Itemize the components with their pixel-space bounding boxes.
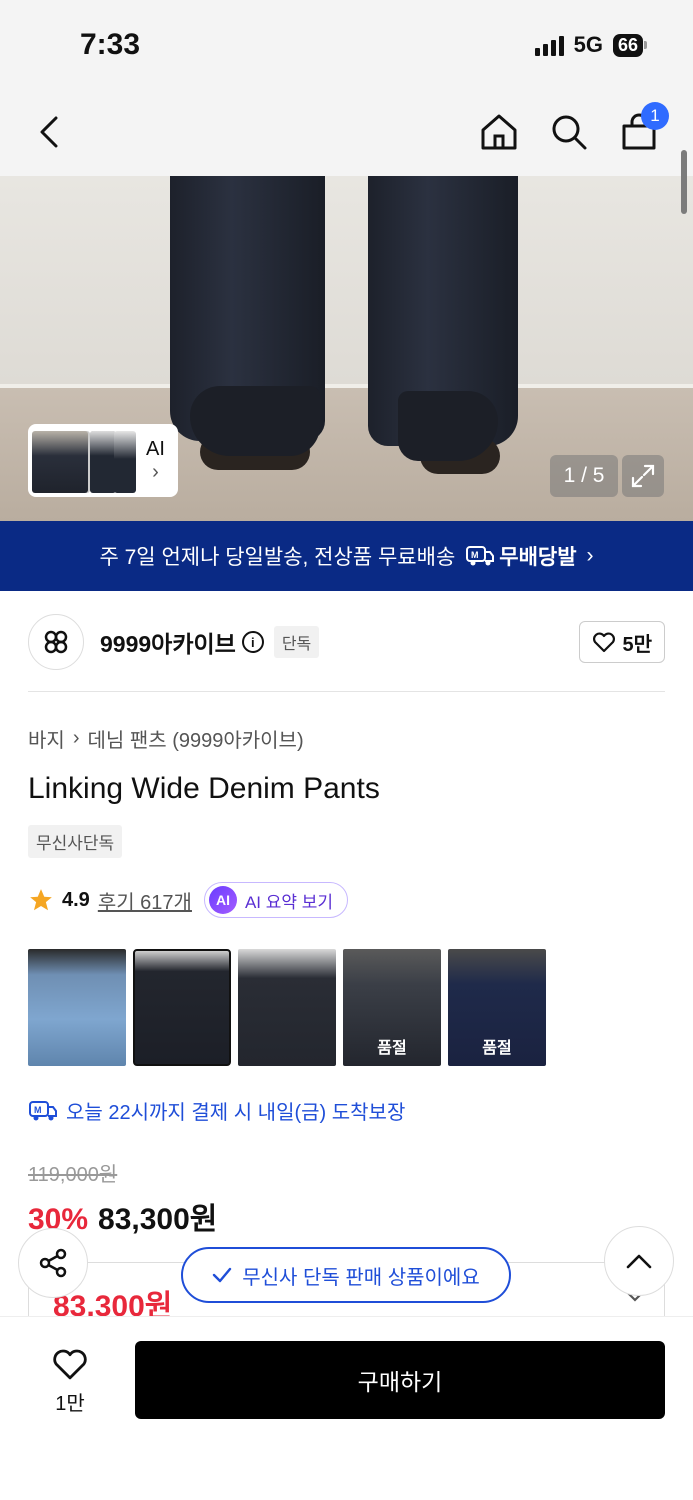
variant-option[interactable]: 품절: [343, 949, 441, 1066]
nav-actions: 1: [479, 102, 669, 154]
wishlist-button[interactable]: 1만: [40, 1347, 100, 1416]
home-button[interactable]: [479, 110, 519, 154]
expand-button[interactable]: [622, 455, 664, 497]
thumbnail-strip: [32, 429, 136, 493]
ai-preview-label: AI ›: [146, 437, 165, 483]
chevron-right-icon: ›: [152, 460, 159, 483]
delivery-truck-icon: M: [29, 1100, 57, 1120]
star-icon: [30, 889, 52, 911]
cart-count-badge: 1: [641, 102, 669, 130]
brand-like-button[interactable]: 5만: [579, 621, 665, 663]
breadcrumb: 바지 › 데님 팬츠 (9999아카이브): [28, 724, 304, 753]
search-button[interactable]: [549, 110, 589, 154]
ai-summary-label: AI 요약 보기: [244, 892, 334, 912]
bottom-action-bar: 1만 구매하기: [0, 1316, 693, 1500]
battery-icon: 66: [612, 33, 647, 57]
buy-button[interactable]: 구매하기: [135, 1341, 665, 1419]
toast-text: 무신사 단독 판매 상품이에요: [242, 1266, 480, 1289]
chevron-up-icon: [626, 1254, 652, 1269]
ai-image-preview[interactable]: AI ›: [28, 424, 178, 497]
signal-icon: [534, 34, 564, 56]
soldout-label: 품절: [377, 1040, 407, 1057]
svg-text:M: M: [34, 1105, 42, 1115]
color-variants: 품절 품절: [28, 949, 546, 1066]
sale-price: 83,300원: [98, 1203, 218, 1236]
home-icon: [481, 114, 517, 150]
delivery-truck-icon: M: [466, 546, 495, 566]
chevron-right-icon: ›: [586, 544, 594, 567]
original-price: 119,000원: [28, 1164, 118, 1186]
share-icon: [39, 1248, 67, 1278]
brand-logo-icon: [44, 630, 68, 654]
banner-brand: M 무배당발: [465, 541, 577, 571]
heart-icon: [593, 632, 616, 653]
musinsa-exclusive-tag: 무신사단독: [28, 825, 123, 858]
exclusive-tag: 단독: [273, 626, 320, 658]
battery-level: 66: [612, 33, 643, 57]
divider: [28, 691, 665, 692]
ai-badge-icon: AI: [208, 886, 237, 914]
rating-row: 4.9 후기 617개 AI AI 요약 보기: [28, 882, 349, 918]
variant-option[interactable]: 품절: [448, 949, 546, 1066]
search-icon: [552, 115, 587, 150]
exclusive-toast: 무신사 단독 판매 상품이에요: [181, 1247, 511, 1303]
variant-option[interactable]: [28, 949, 126, 1066]
chevron-right-icon: ›: [72, 727, 80, 749]
status-time: 7:33: [80, 28, 141, 61]
status-bar: 7:33 5G 66: [0, 0, 693, 90]
brand-name[interactable]: 9999아카이브: [100, 625, 236, 659]
wishlist-count: 1만: [55, 1393, 85, 1415]
heart-icon: [53, 1349, 87, 1380]
variant-option-selected[interactable]: [133, 949, 231, 1066]
brand-row: 9999아카이브 i 단독 5만: [28, 613, 665, 671]
chevron-left-icon: [40, 116, 58, 148]
shipping-banner[interactable]: 주 7일 언제나 당일발송, 전상품 무료배송 M 무배당발 ›: [0, 521, 693, 591]
delivery-guarantee[interactable]: M 오늘 22시까지 결제 시 내일(금) 도착보장: [28, 1096, 405, 1125]
review-count-link[interactable]: 후기 617개: [98, 886, 192, 915]
brand-logo[interactable]: [28, 614, 84, 670]
variant-option[interactable]: [238, 949, 336, 1066]
check-icon: [213, 1267, 232, 1283]
cart-button[interactable]: 1: [619, 102, 669, 154]
svg-text:M: M: [471, 550, 479, 560]
soldout-label: 품절: [482, 1040, 512, 1057]
scrollbar[interactable]: [681, 150, 687, 214]
back-button[interactable]: [30, 110, 70, 154]
image-pager: 1 / 5: [550, 455, 618, 497]
breadcrumb-subcategory[interactable]: 데님 팬츠 (9999아카이브): [87, 724, 303, 753]
ai-summary-button[interactable]: AI AI 요약 보기: [203, 882, 349, 918]
scroll-top-button[interactable]: [604, 1226, 674, 1296]
brand-like-count: 5만: [622, 633, 652, 656]
network-type: 5G: [573, 32, 603, 57]
shipping-banner-text: 주 7일 언제나 당일발송, 전상품 무료배송: [99, 546, 456, 569]
info-icon[interactable]: i: [241, 631, 264, 653]
nav-bar: 1: [0, 90, 693, 176]
delivery-text: 오늘 22시까지 결제 시 내일(금) 도착보장: [66, 1102, 406, 1124]
breadcrumb-category[interactable]: 바지: [28, 724, 65, 753]
expand-icon: [631, 464, 655, 488]
share-button[interactable]: [18, 1228, 88, 1298]
status-indicators: 5G 66: [534, 32, 647, 58]
rating-value: 4.9: [62, 888, 90, 911]
product-title: Linking Wide Denim Pants: [28, 772, 380, 805]
